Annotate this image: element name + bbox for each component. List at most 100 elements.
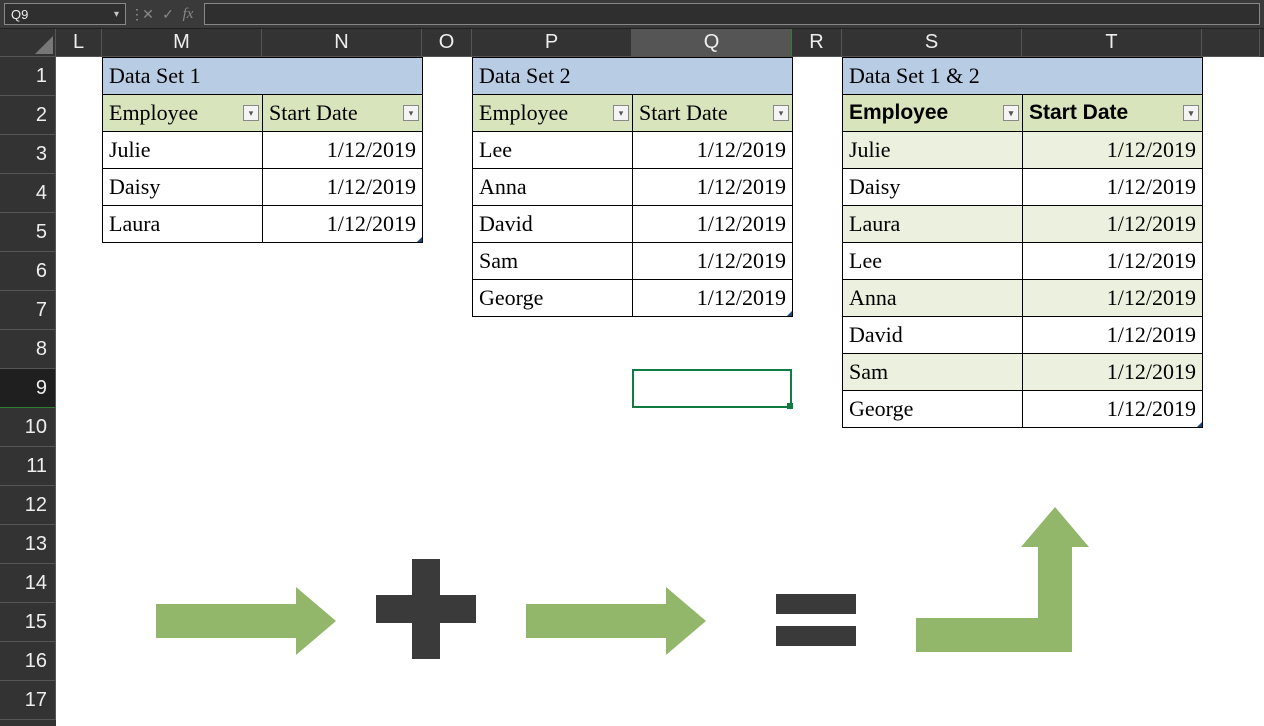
filter-dropdown-icon[interactable]: ▾ xyxy=(773,105,789,121)
cell-startdate[interactable]: 1/12/2019 xyxy=(633,243,793,280)
cell-startdate[interactable]: 1/12/2019 xyxy=(1023,391,1203,428)
cell-startdate[interactable]: 1/12/2019 xyxy=(1023,354,1203,391)
equals-icon xyxy=(776,582,856,658)
cell-employee[interactable]: Daisy xyxy=(103,169,263,206)
cell-employee[interactable]: Laura xyxy=(843,206,1023,243)
row-header-11[interactable]: 11 xyxy=(0,447,56,486)
name-box[interactable]: Q9 ▾ xyxy=(4,3,126,25)
cell-employee[interactable]: Anna xyxy=(843,280,1023,317)
row-header-10[interactable]: 10 xyxy=(0,408,56,447)
row-headers: 1234567891011121314151617 xyxy=(0,29,56,726)
table1-body: Julie1/12/2019Daisy1/12/2019Laura1/12/20… xyxy=(103,132,423,243)
row-header-14[interactable]: 14 xyxy=(0,564,56,603)
cell-startdate[interactable]: 1/12/2019 xyxy=(633,206,793,243)
filter-dropdown-icon[interactable]: ▾ xyxy=(613,105,629,121)
table-row: Anna1/12/2019 xyxy=(473,169,793,206)
row-header-5[interactable]: 5 xyxy=(0,213,56,252)
column-header-Q[interactable]: Q xyxy=(632,29,792,57)
column-header-blank[interactable] xyxy=(1202,29,1260,57)
cell-employee[interactable]: David xyxy=(843,317,1023,354)
cell-startdate[interactable]: 1/12/2019 xyxy=(633,132,793,169)
cell-startdate[interactable]: 1/12/2019 xyxy=(1023,132,1203,169)
table-resize-handle-icon[interactable] xyxy=(787,311,792,316)
cell-startdate[interactable]: 1/12/2019 xyxy=(263,206,423,243)
column-header-R[interactable]: R xyxy=(792,29,842,57)
cell-startdate[interactable]: 1/12/2019 xyxy=(1023,280,1203,317)
cell-startdate[interactable]: 1/12/2019 xyxy=(633,169,793,206)
row-header-17[interactable]: 17 xyxy=(0,681,56,720)
row-header-13[interactable]: 13 xyxy=(0,525,56,564)
row-header-6[interactable]: 6 xyxy=(0,252,56,291)
cell-employee[interactable]: Laura xyxy=(103,206,263,243)
formula-input[interactable] xyxy=(204,3,1260,25)
column-header-P[interactable]: P xyxy=(472,29,632,57)
filter-dropdown-icon[interactable]: ▾ xyxy=(1003,105,1019,121)
cell-employee[interactable]: Lee xyxy=(473,132,633,169)
row-header-8[interactable]: 8 xyxy=(0,330,56,369)
column-header-M[interactable]: M xyxy=(102,29,262,57)
table-row: Daisy1/12/2019 xyxy=(103,169,423,206)
cell-employee[interactable]: Julie xyxy=(103,132,263,169)
row-header-2[interactable]: 2 xyxy=(0,96,56,135)
column-header-L[interactable]: L xyxy=(56,29,102,57)
table-row: David1/12/2019 xyxy=(843,317,1203,354)
table-row: Sam1/12/2019 xyxy=(843,354,1203,391)
cells-area[interactable]: Data Set 1 Employee ▾ Start Date ▾ Julie… xyxy=(56,57,1264,726)
active-cell[interactable] xyxy=(632,369,792,408)
column-headers: LMNOPQRST xyxy=(56,29,1264,57)
table-dataset-1: Data Set 1 Employee ▾ Start Date ▾ Julie… xyxy=(102,57,423,243)
cell-employee[interactable]: Sam xyxy=(843,354,1023,391)
cell-startdate[interactable]: 1/12/2019 xyxy=(1023,169,1203,206)
row-header-15[interactable]: 15 xyxy=(0,603,56,642)
formula-bar: Q9 ▾ ⋮ ✕ ✓ fx xyxy=(0,0,1264,29)
select-all-triangle[interactable] xyxy=(0,29,56,57)
cell-startdate[interactable]: 1/12/2019 xyxy=(263,132,423,169)
row-header-4[interactable]: 4 xyxy=(0,174,56,213)
table-row: Julie1/12/2019 xyxy=(103,132,423,169)
table-row: David1/12/2019 xyxy=(473,206,793,243)
cell-employee[interactable]: George xyxy=(473,280,633,317)
row-header-3[interactable]: 3 xyxy=(0,135,56,174)
row-header-9[interactable]: 9 xyxy=(0,369,56,408)
table-row: George1/12/2019 xyxy=(473,280,793,317)
table2-body: Lee1/12/2019Anna1/12/2019David1/12/2019S… xyxy=(473,132,793,317)
table-resize-handle-icon[interactable] xyxy=(417,237,422,242)
column-header-T[interactable]: T xyxy=(1022,29,1202,57)
cell-employee[interactable]: Anna xyxy=(473,169,633,206)
row-header-7[interactable]: 7 xyxy=(0,291,56,330)
name-box-value: Q9 xyxy=(11,7,28,22)
cell-employee[interactable]: Sam xyxy=(473,243,633,280)
separator: ⋮ xyxy=(130,6,138,23)
arrow-right-icon xyxy=(526,587,706,655)
cell-startdate[interactable]: 1/12/2019 xyxy=(1023,243,1203,280)
row-header-16[interactable]: 16 xyxy=(0,642,56,681)
arrow-right-icon xyxy=(156,587,336,655)
table-row: Anna1/12/2019 xyxy=(843,280,1203,317)
column-header-O[interactable]: O xyxy=(422,29,472,57)
plus-icon xyxy=(376,559,476,659)
table-resize-handle-icon[interactable] xyxy=(1197,422,1202,427)
cell-startdate[interactable]: 1/12/2019 xyxy=(1023,206,1203,243)
table3-col-employee: Employee ▾ xyxy=(843,95,1023,132)
filter-dropdown-icon[interactable]: ▾ xyxy=(1183,105,1199,121)
cell-startdate[interactable]: 1/12/2019 xyxy=(263,169,423,206)
fx-icon[interactable]: fx xyxy=(178,6,198,23)
cell-employee[interactable]: David xyxy=(473,206,633,243)
filter-dropdown-icon[interactable]: ▾ xyxy=(403,105,419,121)
cell-employee[interactable]: Lee xyxy=(843,243,1023,280)
table-row: Daisy1/12/2019 xyxy=(843,169,1203,206)
column-header-S[interactable]: S xyxy=(842,29,1022,57)
cell-employee[interactable]: Daisy xyxy=(843,169,1023,206)
row-header-1[interactable]: 1 xyxy=(0,57,56,96)
cell-startdate[interactable]: 1/12/2019 xyxy=(1023,317,1203,354)
cell-employee[interactable]: George xyxy=(843,391,1023,428)
row-header-12[interactable]: 12 xyxy=(0,486,56,525)
table-row: Julie1/12/2019 xyxy=(843,132,1203,169)
cancel-icon[interactable]: ✕ xyxy=(138,6,158,23)
cell-employee[interactable]: Julie xyxy=(843,132,1023,169)
accept-icon[interactable]: ✓ xyxy=(158,6,178,23)
cell-startdate[interactable]: 1/12/2019 xyxy=(633,280,793,317)
filter-dropdown-icon[interactable]: ▾ xyxy=(243,105,259,121)
column-header-N[interactable]: N xyxy=(262,29,422,57)
chevron-down-icon[interactable]: ▾ xyxy=(114,9,119,20)
